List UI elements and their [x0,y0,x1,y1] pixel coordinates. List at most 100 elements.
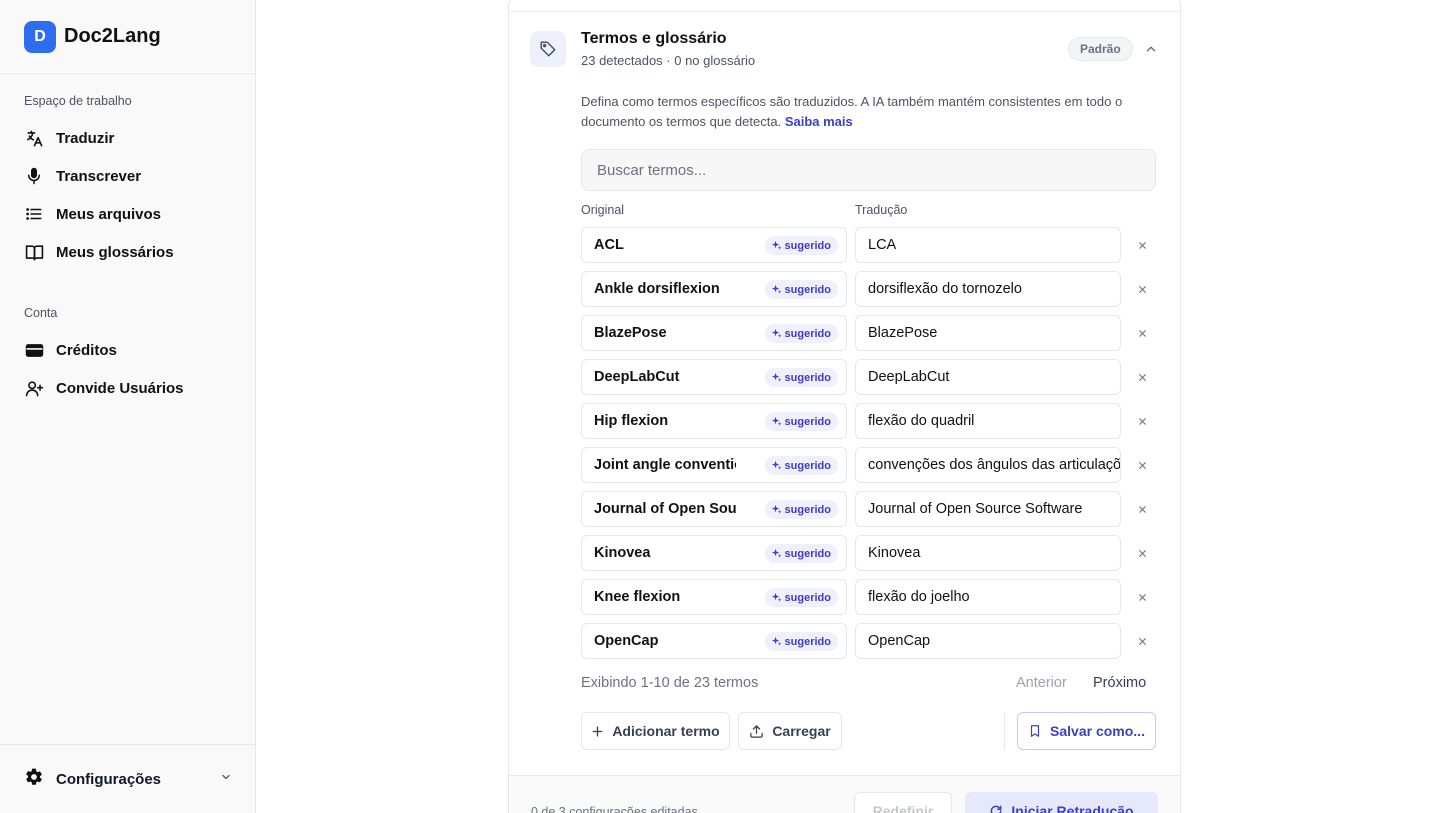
account-nav: Créditos Convide Usuários [0,331,256,407]
status-badge: Padrão [1068,37,1133,61]
original-term-field[interactable]: ACL sugerido [581,227,847,263]
suggested-badge: sugerido [764,632,838,651]
original-term-field[interactable]: Hip flexion sugerido [581,403,847,439]
divider [1004,712,1005,750]
translation-input[interactable] [855,403,1121,439]
gear-icon [24,767,44,792]
original-term: ACL [594,237,624,253]
save-as-button[interactable]: Salvar como... [1017,712,1156,750]
translation-input[interactable] [855,535,1121,571]
suggested-badge: sugerido [764,236,838,255]
sidebar-item-invite[interactable]: Convide Usuários [0,369,256,407]
original-term: Joint angle conventions [594,457,736,473]
glossary-panel: Termos e glossário 23 detectados · 0 no … [508,0,1181,813]
add-term-button[interactable]: Adicionar termo [581,712,730,750]
pagination-text: Exibindo 1-10 de 23 termos [581,675,759,691]
next-page-button[interactable]: Próximo [1093,675,1146,691]
remove-term-button[interactable] [1133,368,1151,386]
credit-card-icon [24,340,44,360]
sidebar-item-translate[interactable]: Traduzir [0,119,256,157]
close-icon [1138,505,1146,513]
workspace-section-label: Espaço de trabalho [24,94,132,108]
collapse-button[interactable] [1142,40,1160,58]
original-term-field[interactable]: OpenCap sugerido [581,623,847,659]
panel-description: Defina como termos específicos são tradu… [581,92,1156,132]
bookmark-icon [1030,725,1040,737]
original-term-field[interactable]: Kinovea sugerido [581,535,847,571]
suggested-label: sugerido [784,327,831,340]
original-term: Ankle dorsiflexion [594,281,720,297]
original-term: Knee flexion [594,589,681,605]
app-name: Doc2Lang [64,25,161,47]
original-term-field[interactable]: Ankle dorsiflexion sugerido [581,271,847,307]
close-icon [1138,637,1146,645]
translation-input[interactable] [855,315,1121,351]
translation-input[interactable] [855,623,1121,659]
remove-term-button[interactable] [1133,632,1151,650]
sidebar-item-credits[interactable]: Créditos [0,331,256,369]
original-term: Hip flexion [594,413,669,429]
logo: D [24,20,56,53]
upload-button[interactable]: Carregar [738,712,842,750]
column-header-translation: Tradução [855,203,908,217]
close-icon [1138,285,1146,293]
sidebar-item-files[interactable]: Meus arquivos [0,195,256,233]
original-term: Kinovea [594,545,651,561]
upload-label: Carregar [772,723,831,739]
remove-term-button[interactable] [1133,544,1151,562]
suggested-label: sugerido [784,503,831,516]
translation-input[interactable] [855,227,1121,263]
sidebar-item-label: Meus arquivos [56,205,162,223]
close-icon [1138,549,1146,557]
suggested-badge: sugerido [764,588,838,607]
remove-term-button[interactable] [1133,588,1151,606]
sidebar-item-label: Meus glossários [56,243,174,261]
remove-term-button[interactable] [1133,500,1151,518]
sparkle-icon [771,416,782,426]
term-row: Ankle dorsiflexion sugerido [581,271,1171,315]
reset-button[interactable]: Redefinir [854,792,952,813]
user-plus-icon [24,378,44,398]
remove-term-button[interactable] [1133,456,1151,474]
translation-input[interactable] [855,447,1121,483]
term-row: Hip flexion sugerido [581,403,1171,447]
sidebar-item-transcribe[interactable]: Transcrever [0,157,256,195]
close-icon [1138,373,1146,381]
remove-term-button[interactable] [1133,236,1151,254]
edited-status: 0 de 3 configurações editadas [531,805,698,813]
sparkle-icon [771,548,782,558]
original-term-field[interactable]: BlazePose sugerido [581,315,847,351]
start-retranslation-button[interactable]: Iniciar Retradução [965,792,1158,813]
suggested-badge: sugerido [764,368,838,387]
learn-more-link[interactable]: Saiba mais [785,114,853,129]
original-term-field[interactable]: Knee flexion sugerido [581,579,847,615]
term-row: Joint angle conventions sugerido [581,447,1171,491]
start-retranslation-label: Iniciar Retradução [1011,803,1134,813]
translation-input[interactable] [855,579,1121,615]
sidebar-item-label: Convide Usuários [56,379,184,397]
search-input[interactable] [581,149,1156,191]
translate-icon [24,128,44,148]
original-term-field[interactable]: DeepLabCut sugerido [581,359,847,395]
original-term: Journal of Open Source Software [594,501,736,517]
sidebar-item-label: Créditos [56,341,117,359]
previous-page-button[interactable]: Anterior [1016,675,1067,691]
remove-term-button[interactable] [1133,324,1151,342]
sidebar-item-glossaries[interactable]: Meus glossários [0,233,256,271]
terms-list: ACLsugeridoAnkle dorsiflexionsugeridoBla… [581,227,1171,667]
term-row: ACL sugerido [581,227,1171,271]
remove-term-button[interactable] [1133,280,1151,298]
settings-menu[interactable]: Configurações [0,744,256,813]
translation-input[interactable] [855,359,1121,395]
original-term-field[interactable]: Journal of Open Source Software sugerido [581,491,847,527]
microphone-icon [24,166,44,186]
sparkle-icon [771,372,782,382]
add-term-label: Adicionar termo [612,723,720,739]
original-term-field[interactable]: Joint angle conventions sugerido [581,447,847,483]
translation-input[interactable] [855,271,1121,307]
term-row: Knee flexion sugerido [581,579,1171,623]
translation-input[interactable] [855,491,1121,527]
remove-term-button[interactable] [1133,412,1151,430]
suggested-label: sugerido [784,239,831,252]
brand[interactable]: D Doc2Lang [0,0,255,74]
